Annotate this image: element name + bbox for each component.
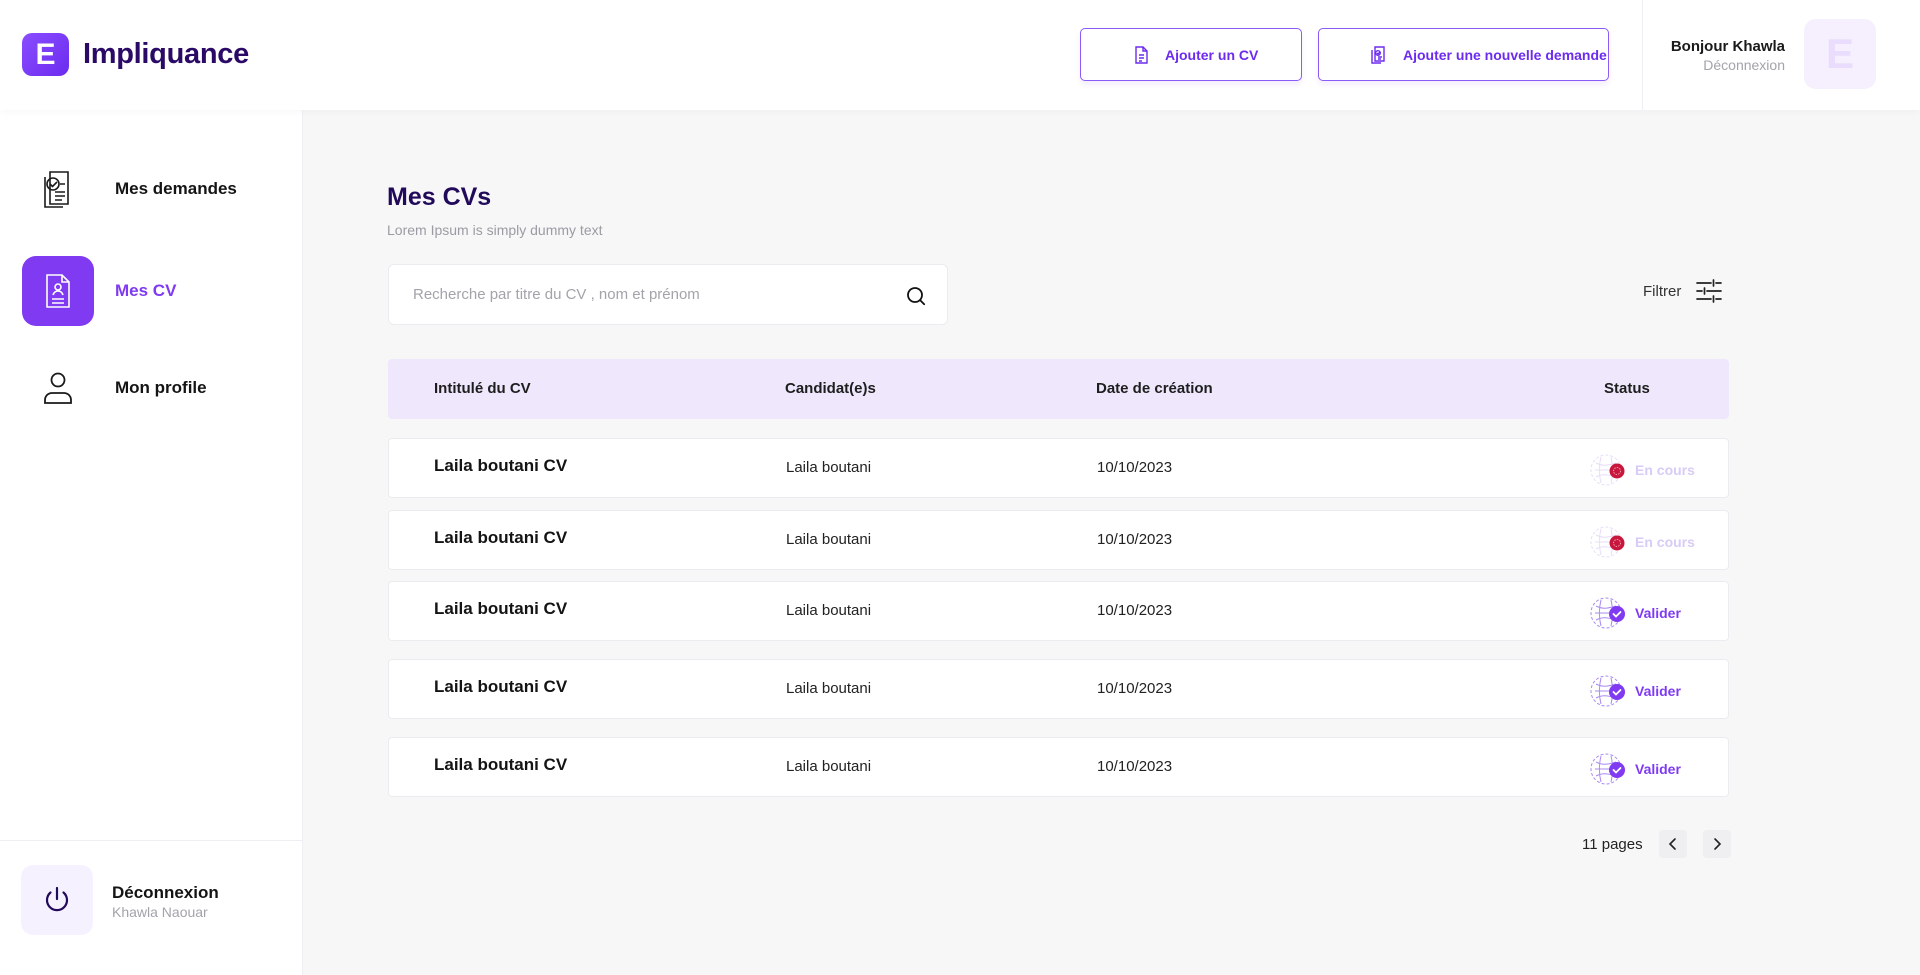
- add-cv-label: Ajouter un CV: [1165, 46, 1259, 63]
- document-icon: [1135, 46, 1148, 64]
- status-badge[interactable]: Valider: [1589, 594, 1681, 632]
- logout-button[interactable]: [21, 865, 93, 935]
- user-icon: [44, 372, 72, 404]
- sidebar-item-label: Mes demandes: [115, 179, 237, 198]
- filter-button[interactable]: Filtrer: [1643, 278, 1723, 304]
- top-header: E Impliquance Ajouter un CV Ajouter une …: [0, 0, 1920, 110]
- sliders-icon: [1696, 279, 1723, 303]
- status-label: Valider: [1635, 761, 1681, 777]
- brain-check-icon: [1589, 672, 1629, 710]
- pagination: 11 pages: [1582, 830, 1731, 858]
- sidebar-item-mes-demandes[interactable]: Mes demandes: [22, 154, 237, 224]
- candidate-name: Laila boutani: [786, 531, 872, 548]
- logo-mark: E: [22, 33, 69, 76]
- candidate-name: Laila boutani: [786, 758, 872, 775]
- logout-label: Déconnexion: [112, 883, 219, 902]
- cv-title[interactable]: Laila boutani CV: [434, 599, 567, 619]
- brain-pending-icon: [1589, 523, 1629, 561]
- add-request-button[interactable]: Ajouter une nouvelle demande: [1318, 28, 1609, 81]
- creation-date: 10/10/2023: [1097, 459, 1173, 476]
- page-title: Mes CVs: [387, 183, 492, 211]
- status-badge[interactable]: En cours: [1589, 451, 1695, 489]
- document-check-icon: [44, 171, 69, 208]
- cv-document-icon: [46, 274, 70, 308]
- status-label: Valider: [1635, 605, 1681, 621]
- avatar[interactable]: E: [1804, 19, 1876, 89]
- table-row[interactable]: Laila boutani CV Laila boutani 10/10/2023 E…: [388, 438, 1729, 498]
- creation-date: 10/10/2023: [1097, 758, 1173, 775]
- sidebar: Mes demandes Mes CV Mon profile Déconnex…: [0, 110, 303, 975]
- brain-check-icon: [1589, 750, 1629, 788]
- chevron-left-icon: [1668, 838, 1676, 850]
- sidebar-footer: Déconnexion Khawla Naouar: [0, 840, 302, 975]
- table-row[interactable]: Laila boutani CV Laila boutani 10/10/2023 V…: [388, 737, 1729, 797]
- candidate-name: Laila boutani: [786, 459, 872, 476]
- column-header-date[interactable]: Date de création: [1096, 380, 1213, 397]
- sidebar-item-label: Mon profile: [115, 378, 207, 397]
- brain-check-icon: [1589, 594, 1629, 632]
- status-badge[interactable]: En cours: [1589, 523, 1695, 561]
- header-divider: [1642, 0, 1643, 110]
- logout-username: Khawla Naouar: [112, 904, 208, 920]
- status-badge[interactable]: Valider: [1589, 672, 1681, 710]
- brand-logo[interactable]: E Impliquance: [22, 33, 249, 76]
- brand-name: Impliquance: [83, 38, 249, 70]
- pages-count: 11 pages: [1582, 835, 1643, 853]
- sidebar-item-label: Mes CV: [115, 281, 177, 300]
- creation-date: 10/10/2023: [1097, 531, 1173, 548]
- page-subtitle: Lorem Ipsum is simply dummy text: [387, 222, 603, 238]
- cv-title[interactable]: Laila boutani CV: [434, 755, 567, 775]
- search-input[interactable]: [413, 265, 883, 324]
- filter-label: Filtrer: [1643, 282, 1682, 300]
- search-icon[interactable]: [905, 285, 927, 307]
- status-label: Valider: [1635, 683, 1681, 699]
- next-page-button[interactable]: [1702, 830, 1731, 858]
- creation-date: 10/10/2023: [1097, 602, 1173, 619]
- sidebar-item-mes-cv[interactable]: Mes CV: [22, 256, 176, 326]
- header-logout-link[interactable]: Déconnexion: [1671, 57, 1785, 73]
- brain-pending-icon: [1589, 451, 1629, 489]
- request-document-icon: [1371, 46, 1385, 64]
- creation-date: 10/10/2023: [1097, 680, 1173, 697]
- column-header-candidate[interactable]: Candidat(e)s: [785, 380, 876, 397]
- candidate-name: Laila boutani: [786, 680, 872, 697]
- cv-title[interactable]: Laila boutani CV: [434, 456, 567, 476]
- candidate-name: Laila boutani: [786, 602, 872, 619]
- chevron-right-icon: [1713, 838, 1721, 850]
- table-row[interactable]: Laila boutani CV Laila boutani 10/10/2023 E…: [388, 510, 1729, 570]
- table-row[interactable]: Laila boutani CV Laila boutani 10/10/2023 V…: [388, 581, 1729, 641]
- column-header-title[interactable]: Intitulé du CV: [434, 380, 531, 397]
- column-header-status[interactable]: Status: [1604, 380, 1650, 397]
- status-badge[interactable]: Valider: [1589, 750, 1681, 788]
- add-cv-button[interactable]: Ajouter un CV: [1080, 28, 1302, 81]
- user-greeting: Bonjour Khawla Déconnexion: [1671, 38, 1785, 73]
- add-request-label: Ajouter une nouvelle demande: [1403, 46, 1607, 63]
- status-label: En cours: [1635, 462, 1695, 478]
- cv-title[interactable]: Laila boutani CV: [434, 528, 567, 548]
- prev-page-button[interactable]: [1658, 830, 1687, 858]
- status-label: En cours: [1635, 534, 1695, 550]
- greeting-text: Bonjour Khawla: [1670, 38, 1785, 55]
- sidebar-item-mon-profile[interactable]: Mon profile: [22, 353, 207, 423]
- power-icon: [45, 886, 69, 912]
- sidebar-logout[interactable]: Déconnexion Khawla Naouar: [112, 883, 219, 920]
- cv-title[interactable]: Laila boutani CV: [434, 677, 567, 697]
- table-header: Intitulé du CV Candidat(e)s Date de créa…: [388, 359, 1729, 419]
- table-row[interactable]: Laila boutani CV Laila boutani 10/10/2023 V…: [388, 659, 1729, 719]
- search-box: [388, 264, 948, 325]
